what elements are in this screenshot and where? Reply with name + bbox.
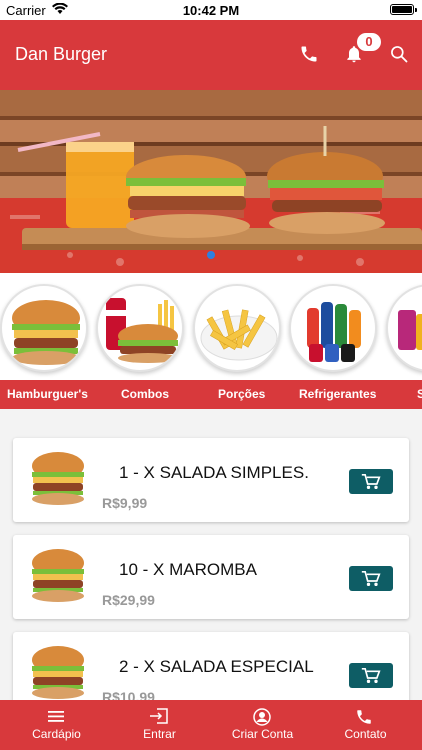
tab-contato[interactable]: Contato — [313, 700, 418, 750]
clock: 10:42 PM — [182, 3, 240, 18]
menu-icon — [48, 711, 64, 722]
product-price: R$10,99 — [102, 689, 155, 700]
product-price: R$29,99 — [102, 592, 155, 608]
phone-icon — [357, 710, 371, 724]
tab-label: Entrar — [143, 727, 176, 741]
tab-combos[interactable]: Combos — [121, 387, 169, 401]
banner-image — [0, 126, 422, 273]
bottom-tab-bar: Cardápio Entrar Criar Conta Contato — [0, 700, 422, 750]
add-to-cart-button[interactable] — [349, 663, 393, 688]
tab-s[interactable]: S — [417, 387, 422, 401]
product-card[interactable]: 1 - X SALADA SIMPLES. R$9,99 — [13, 438, 409, 522]
tab-label: Contato — [344, 727, 387, 741]
tab-cardapio[interactable]: Cardápio — [4, 700, 109, 750]
category-image-s[interactable] — [386, 284, 422, 372]
phone-icon[interactable] — [299, 44, 319, 64]
category-image-refrigerantes[interactable] — [289, 284, 377, 372]
status-bar: Carrier 10:42 PM — [0, 0, 422, 20]
product-image — [32, 646, 84, 699]
cart-icon — [361, 474, 381, 489]
product-image — [32, 452, 84, 505]
tab-criar-conta[interactable]: Criar Conta — [210, 700, 315, 750]
cart-icon — [361, 571, 381, 586]
product-name: 1 - X SALADA SIMPLES. — [119, 463, 309, 482]
login-icon — [150, 708, 168, 724]
tab-label: Criar Conta — [231, 727, 294, 741]
product-name: 2 - X SALADA ESPECIAL — [119, 657, 314, 676]
tab-porcoes[interactable]: Porções — [218, 387, 265, 401]
product-card[interactable]: 10 - X MAROMBA R$29,99 — [13, 535, 409, 619]
tab-entrar[interactable]: Entrar — [107, 700, 212, 750]
notification-badge: 0 — [357, 33, 381, 51]
carousel-indicator[interactable] — [207, 251, 215, 259]
app-bar: Dan Burger 0 — [0, 20, 422, 90]
add-to-cart-button[interactable] — [349, 469, 393, 494]
category-image-porcoes[interactable] — [193, 284, 281, 372]
category-tabs: Hamburguer's Combos Porções Refrigerante… — [0, 380, 422, 409]
tab-hamburguers[interactable]: Hamburguer's — [7, 387, 88, 401]
app-title: Dan Burger — [15, 44, 108, 64]
promo-banner[interactable] — [0, 90, 422, 273]
product-name: 10 - X MAROMBA — [119, 560, 257, 579]
product-price: R$9,99 — [102, 495, 148, 511]
battery-icon — [390, 4, 417, 15]
category-carousel — [0, 273, 422, 380]
tab-refrigerantes[interactable]: Refrigerantes — [299, 387, 376, 401]
product-image — [32, 549, 84, 602]
product-list: 1 - X SALADA SIMPLES. R$9,99 10 - X MARO… — [0, 409, 422, 700]
tab-label: Cardápio — [32, 727, 81, 741]
cart-icon — [361, 668, 381, 683]
account-icon — [253, 708, 271, 726]
product-card[interactable]: 2 - X SALADA ESPECIAL R$10,99 — [13, 632, 409, 700]
search-icon[interactable] — [389, 44, 409, 64]
category-image-combos[interactable] — [96, 284, 184, 372]
category-image-hamburguers[interactable] — [0, 284, 88, 372]
add-to-cart-button[interactable] — [349, 566, 393, 591]
